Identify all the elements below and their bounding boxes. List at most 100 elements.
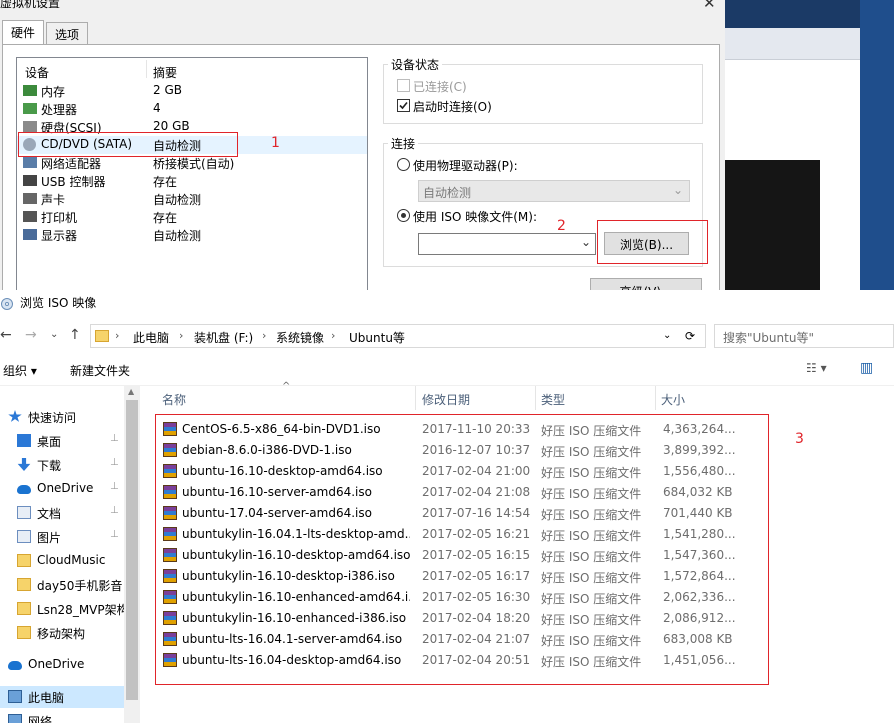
printer-icon (23, 211, 37, 222)
pin-icon[interactable]: ⊥ (110, 481, 119, 492)
chevron-down-icon: ⌄ (580, 235, 591, 249)
file-date: 2017-02-05 16:21 (422, 527, 531, 541)
sidebar-item[interactable]: OneDrive (0, 654, 124, 676)
checkmark-icon (399, 101, 408, 110)
device-row[interactable]: 打印机 存在 (17, 208, 367, 226)
forward-icon[interactable]: → (25, 327, 37, 343)
search-input[interactable]: 搜索"Ubuntu等" (714, 324, 894, 348)
download-icon (17, 458, 31, 471)
file-row[interactable]: ubuntu-17.04-server-amd64.iso 2017-07-16 … (140, 503, 894, 524)
physical-drive-radio[interactable] (397, 158, 410, 171)
file-row[interactable]: ubuntukylin-16.10-desktop-amd64.iso 2017-… (140, 545, 894, 566)
connected-checkbox[interactable] (397, 79, 410, 92)
connect-at-power-on-checkbox[interactable] (397, 99, 410, 112)
archive-icon (163, 527, 177, 541)
up-icon[interactable]: ↑ (69, 327, 81, 343)
file-size: 683,008 KB (663, 632, 733, 646)
sidebar-item[interactable]: 下载 ⊥ (0, 454, 124, 476)
sort-arrow-icon: ^ (282, 381, 291, 392)
pin-icon[interactable]: ⊥ (110, 433, 119, 444)
background-preview (725, 160, 820, 290)
file-row[interactable]: ubuntu-lts-16.04-desktop-amd64.iso 2017-0… (140, 650, 894, 671)
column-date[interactable]: 修改日期 (422, 391, 470, 408)
device-row[interactable]: 显示器 自动检测 (17, 226, 367, 244)
annotation-label-1: 1 (271, 135, 280, 151)
nav-scroll-thumb[interactable] (126, 400, 138, 700)
column-name[interactable]: 名称 (162, 391, 186, 408)
new-folder-button[interactable]: 新建文件夹 (70, 362, 130, 379)
sidebar-item-label: 网络 (28, 715, 53, 723)
sidebar-item[interactable]: 此电脑 (0, 686, 124, 708)
refresh-icon[interactable]: ⟳ (685, 329, 695, 343)
sidebar-item[interactable]: 桌面 ⊥ (0, 430, 124, 452)
physical-drive-select[interactable]: 自动检测 ⌄ (418, 180, 690, 202)
sidebar-item[interactable]: 图片 ⊥ (0, 526, 124, 548)
column-size[interactable]: 大小 (661, 391, 685, 408)
file-date: 2017-11-10 20:33 (422, 422, 531, 436)
computer-icon (8, 690, 22, 703)
nav-scrollbar[interactable]: ▲ (124, 386, 140, 723)
sidebar-item[interactable]: Lsn28_MVP架构 (0, 598, 124, 620)
pin-icon[interactable]: ⊥ (110, 505, 119, 516)
preview-pane-button[interactable]: ▥ (860, 360, 873, 376)
file-row[interactable]: ubuntukylin-16.10-desktop-i386.iso 2017-0… (140, 566, 894, 587)
file-row[interactable]: ubuntukylin-16.04.1-lts-desktop-amd... 20… (140, 524, 894, 545)
file-type: 好压 ISO 压缩文件 (541, 487, 642, 501)
sidebar-item[interactable]: 快速访问 (0, 406, 124, 428)
device-row[interactable]: 声卡 自动检测 (17, 190, 367, 208)
tab-options[interactable]: 选项 (46, 22, 89, 44)
sidebar-item[interactable]: OneDrive ⊥ (0, 478, 124, 500)
file-size: 1,547,360... (663, 548, 736, 562)
iso-path-combobox[interactable]: ⌄ (418, 233, 596, 255)
device-row[interactable]: 处理器 4 (17, 100, 367, 118)
file-row[interactable]: ubuntukylin-16.10-enhanced-amd64.i... 201… (140, 587, 894, 608)
browser-title: 浏览 ISO 映像 (20, 296, 97, 310)
iso-file-radio[interactable] (397, 209, 410, 222)
device-status-title: 设备状态 (388, 56, 443, 73)
file-row[interactable]: CentOS-6.5-x86_64-bin-DVD1.iso 2017-11-10… (140, 419, 894, 440)
folder-icon (17, 626, 31, 639)
device-name: 声卡 (41, 193, 66, 207)
sidebar-item[interactable]: day50手机影音 (0, 574, 124, 596)
column-type[interactable]: 类型 (541, 391, 565, 408)
file-name: ubuntu-lts-16.04-desktop-amd64.iso (182, 653, 402, 667)
device-summary: 桥接模式(自动) (153, 157, 235, 171)
breadcrumb-drive[interactable]: 装机盘 (F:) (194, 329, 253, 346)
file-row[interactable]: ubuntu-lts-16.04.1-server-amd64.iso 2017-… (140, 629, 894, 650)
pin-icon[interactable]: ⊥ (110, 457, 119, 468)
sidebar-item[interactable]: 文档 ⊥ (0, 502, 124, 524)
file-row[interactable]: ubuntu-16.10-server-amd64.iso 2017-02-04 … (140, 482, 894, 503)
sidebar-item[interactable]: CloudMusic (0, 550, 124, 572)
breadcrumb-ubuntu[interactable]: Ubuntu等 (349, 329, 405, 346)
file-row[interactable]: debian-8.6.0-i386-DVD-1.iso 2016-12-07 10… (140, 440, 894, 461)
breadcrumb-this-pc[interactable]: 此电脑 (133, 329, 169, 346)
sidebar-item[interactable]: 网络 (0, 710, 124, 723)
scroll-up-icon[interactable]: ▲ (128, 387, 134, 396)
summary-column-header: 摘要 (153, 66, 178, 80)
file-name: ubuntukylin-16.10-desktop-i386.iso (182, 569, 395, 583)
device-list: 设备 摘要 内存 2 GB 处理器 4 硬盘(SCSI) 20 GB CD/DVD (SAT… (16, 57, 368, 290)
sidebar-item[interactable]: 移动架构 (0, 622, 124, 644)
back-icon[interactable]: ← (0, 327, 12, 343)
device-row[interactable]: 内存 2 GB (17, 82, 367, 100)
address-bar[interactable]: › 此电脑 › 装机盘 (F:) › 系统镜像 › Ubuntu等 ⌄ ⟳ (90, 324, 706, 348)
file-row[interactable]: ubuntu-16.10-desktop-amd64.iso 2017-02-04… (140, 461, 894, 482)
file-type: 好压 ISO 压缩文件 (541, 529, 642, 543)
device-row[interactable]: USB 控制器 存在 (17, 172, 367, 190)
archive-icon (163, 632, 177, 646)
view-options-button[interactable]: ☷ ▾ (806, 361, 827, 375)
tab-hardware[interactable]: 硬件 (2, 20, 45, 44)
file-row[interactable]: ubuntukylin-16.10-enhanced-i386.iso 2017-… (140, 608, 894, 629)
pin-icon[interactable]: ⊥ (110, 529, 119, 540)
address-dropdown-icon[interactable]: ⌄ (663, 330, 671, 341)
advanced-button[interactable]: 高级(V)... (590, 278, 702, 290)
file-name: ubuntukylin-16.04.1-lts-desktop-amd... (182, 527, 410, 541)
recent-chevron-icon[interactable]: ⌄ (50, 329, 58, 340)
file-type: 好压 ISO 压缩文件 (541, 550, 642, 564)
file-name: ubuntukylin-16.10-enhanced-amd64.i... (182, 590, 410, 604)
breadcrumb-system-images[interactable]: 系统镜像 (276, 329, 324, 346)
file-type: 好压 ISO 压缩文件 (541, 634, 642, 648)
organize-button[interactable]: 组织 ▾ (3, 362, 37, 379)
close-icon[interactable]: ✕ (703, 0, 716, 12)
cloud-icon (8, 661, 22, 670)
